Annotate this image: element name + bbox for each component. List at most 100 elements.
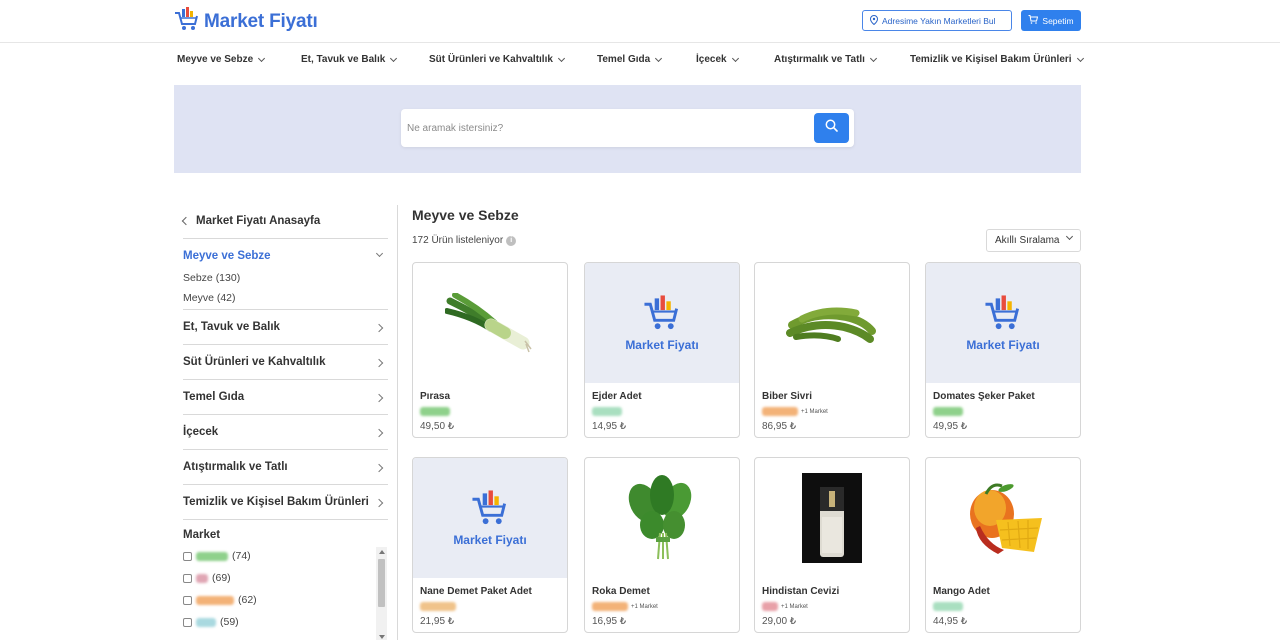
market-filter-title: Market — [183, 529, 221, 541]
market-fiyati-logo-icon — [644, 295, 679, 330]
nav-label: Süt Ürünleri ve Kahvaltılık — [429, 54, 553, 65]
sidebar-item-atistirmalik[interactable]: Atıştırmalık ve Tatlı — [183, 461, 388, 473]
info-icon[interactable]: i — [506, 235, 517, 246]
sidebar-item-temizlik[interactable]: Temizlik ve Kişisel Bakım Ürünleri — [183, 496, 388, 508]
search-box — [401, 109, 854, 147]
chevron-right-icon — [374, 428, 384, 438]
subcategory-sebze[interactable]: Sebze (130) — [183, 272, 240, 284]
logo-text: Market Fiyatı — [204, 10, 318, 32]
home-link[interactable]: Market Fiyatı Anasayfa — [181, 215, 320, 227]
market-filter-item[interactable]: (69) — [183, 572, 231, 584]
scroll-up-arrow-icon[interactable] — [379, 550, 385, 554]
product-image — [585, 458, 739, 578]
chevron-right-icon — [374, 323, 384, 333]
chevron-right-icon — [374, 463, 384, 473]
leek-image — [445, 293, 532, 353]
find-nearby-markets-label: Adresime Yakın Marketleri Bul — [882, 15, 996, 26]
nav-item-et-tavuk-balik[interactable]: Et, Tavuk ve Balık — [301, 54, 398, 65]
product-card[interactable]: Biber Sivri +1 Market 86,95 ₺ — [754, 262, 910, 438]
product-card[interactable]: Market Fiyatı Nane Demet Paket Adet 21,9… — [412, 457, 568, 633]
divider — [183, 449, 388, 450]
product-price: 44,95 ₺ — [933, 616, 968, 627]
divider — [183, 344, 388, 345]
market-logo — [933, 407, 963, 416]
placeholder-logo-text: Market Fiyatı — [453, 533, 527, 547]
market-logo — [420, 407, 450, 416]
nav-label: Atıştırmalık ve Tatlı — [774, 54, 865, 65]
product-name: Roka Demet — [592, 586, 650, 597]
site-logo[interactable]: Market Fiyatı — [174, 7, 318, 36]
arugula-image — [628, 475, 692, 560]
nav-item-meyve-sebze[interactable]: Meyve ve Sebze — [177, 54, 266, 65]
placeholder-logo-text: Market Fiyatı — [966, 338, 1040, 352]
market-count: (62) — [238, 594, 257, 606]
search-button[interactable] — [814, 113, 849, 143]
nav-label: İçecek — [696, 54, 727, 65]
market-logo — [420, 602, 456, 611]
sidebar-item-meyve-sebze[interactable]: Meyve ve Sebze — [183, 249, 388, 262]
market-count: (69) — [212, 572, 231, 584]
sidebar-item-et-tavuk-balik[interactable]: Et, Tavuk ve Balık — [183, 321, 388, 333]
nav-label: Temel Gıda — [597, 54, 651, 65]
nav-item-temizlik[interactable]: Temizlik ve Kişisel Bakım Ürünleri — [910, 54, 1084, 65]
product-price: 16,95 ₺ — [592, 616, 627, 627]
divider — [183, 238, 388, 239]
top-header: Market Fiyatı Adresime Yakın Marketleri … — [0, 0, 1280, 43]
subcategory-meyve[interactable]: Meyve (42) — [183, 292, 236, 304]
coconut-pack-image — [802, 473, 862, 563]
product-market: +1 Market — [762, 407, 828, 416]
product-name: Domates Şeker Paket — [933, 391, 1035, 402]
scroll-thumb[interactable] — [378, 559, 385, 607]
cart-button[interactable]: Sepetim — [1021, 10, 1081, 31]
product-price: 29,00 ₺ — [762, 616, 797, 627]
market-filter-item[interactable]: (74) — [183, 550, 251, 562]
product-price: 49,50 ₺ — [420, 421, 455, 432]
product-card[interactable]: Roka Demet +1 Market 16,95 ₺ — [584, 457, 740, 633]
scroll-down-arrow-icon[interactable] — [379, 635, 385, 639]
result-count: 172 Ürün listeleniyor i — [412, 235, 517, 246]
product-card[interactable]: Mango Adet 44,95 ₺ — [925, 457, 1081, 633]
chevron-down-icon — [655, 54, 663, 62]
market-logo — [196, 551, 228, 561]
product-price: 14,95 ₺ — [592, 421, 627, 432]
divider — [183, 484, 388, 485]
nav-item-sut-urunleri[interactable]: Süt Ürünleri ve Kahvaltılık — [429, 54, 565, 65]
sidebar-item-label: Meyve ve Sebze — [183, 250, 271, 262]
chevron-down-icon — [1065, 232, 1074, 241]
nav-item-icecek[interactable]: İçecek — [696, 54, 739, 65]
sidebar-item-temel-gida[interactable]: Temel Gıda — [183, 391, 388, 403]
product-card[interactable]: Market Fiyatı Domates Şeker Paket 49,95 … — [925, 262, 1081, 438]
sidebar-item-icecek[interactable]: İçecek — [183, 426, 388, 438]
page-title: Meyve ve Sebze — [412, 207, 519, 223]
market-checkbox[interactable] — [183, 551, 192, 561]
product-card[interactable]: Hindistan Cevizi +1 Market 29,00 ₺ — [754, 457, 910, 633]
cart-icon — [1028, 15, 1039, 26]
find-nearby-markets-button[interactable]: Adresime Yakın Marketleri Bul — [862, 10, 1012, 31]
market-checkbox[interactable] — [183, 617, 192, 627]
sidebar-item-label: İçecek — [183, 426, 219, 438]
product-card[interactable]: Pırasa 49,50 ₺ — [412, 262, 568, 438]
search-input[interactable] — [407, 117, 807, 139]
market-logo — [762, 602, 778, 611]
product-image — [413, 263, 567, 383]
chevron-down-icon — [390, 54, 398, 62]
chevron-right-icon — [374, 358, 384, 368]
market-filter-list: (74) (69) (62) (59) — [183, 547, 388, 640]
product-market — [933, 407, 963, 416]
market-filter-item[interactable]: (59) — [183, 616, 239, 628]
market-checkbox[interactable] — [183, 573, 192, 583]
market-list-scrollbar[interactable] — [376, 547, 387, 640]
nav-item-atistirmalik[interactable]: Atıştırmalık ve Tatlı — [774, 54, 878, 65]
sidebar-item-sut-urunleri[interactable]: Süt Ürünleri ve Kahvaltılık — [183, 356, 388, 368]
product-market: +1 Market — [762, 602, 808, 611]
product-card[interactable]: Market Fiyatı Ejder Adet 14,95 ₺ — [584, 262, 740, 438]
sidebar-item-label: Et, Tavuk ve Balık — [183, 321, 280, 333]
nav-item-temel-gida[interactable]: Temel Gıda — [597, 54, 663, 65]
chevron-left-icon — [181, 216, 191, 226]
market-logo — [933, 602, 963, 611]
market-filter-item[interactable]: (62) — [183, 594, 257, 606]
sort-select-value: Akıllı Sıralama — [995, 235, 1060, 246]
sort-select[interactable]: Akıllı Sıralama — [986, 229, 1081, 252]
product-price: 21,95 ₺ — [420, 616, 455, 627]
market-checkbox[interactable] — [183, 595, 192, 605]
